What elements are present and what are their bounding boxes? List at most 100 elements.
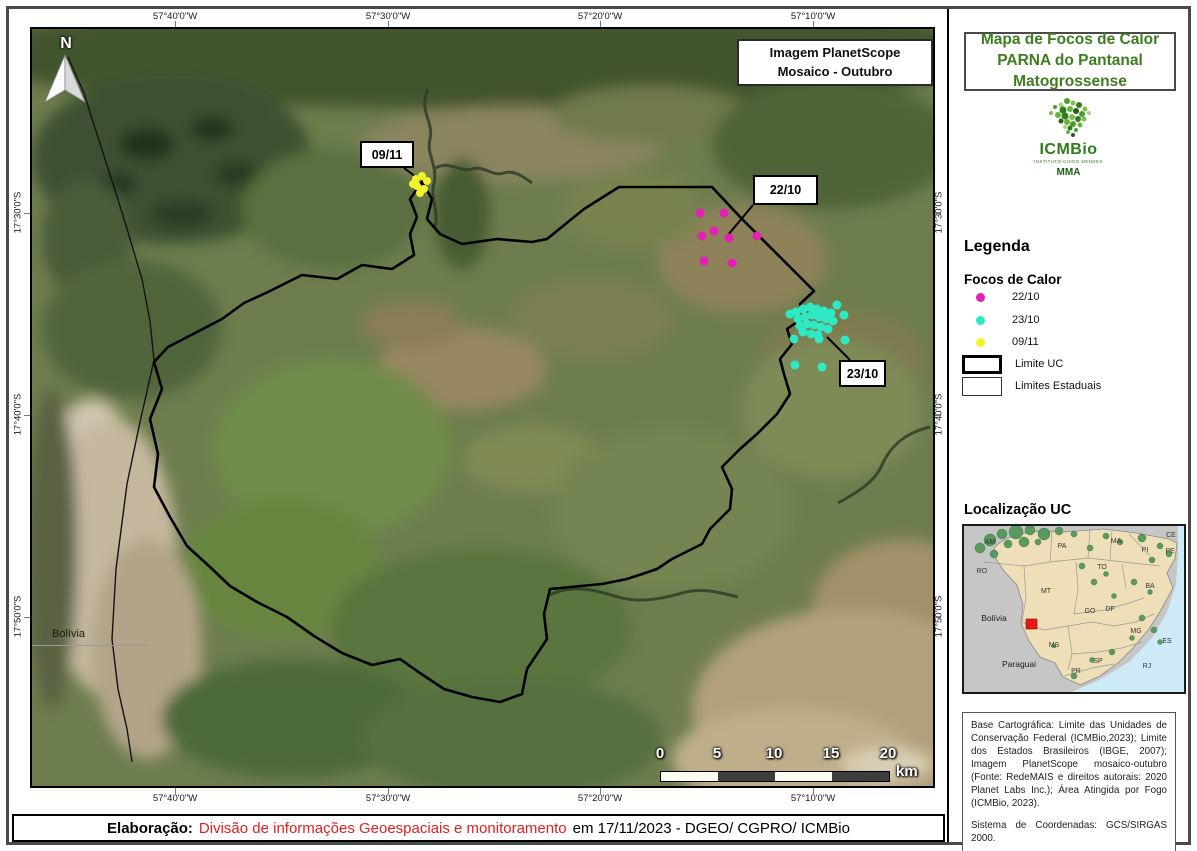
heat-spot-2210 — [725, 234, 734, 243]
legend-item-0911: 09/11 — [964, 335, 1039, 349]
heat-spot-2310 — [791, 361, 800, 370]
scale-number: 10 — [759, 745, 789, 762]
brazil-inset-map: AMPAMACEPIPEROTOBAMTGODFMGESMSSPRJPRBolí… — [964, 526, 1184, 692]
graticule-tick — [175, 788, 176, 794]
callout-2310-label: 23/10 — [847, 367, 878, 381]
inset-label: ES — [1162, 638, 1172, 645]
satellite-imagery — [32, 29, 933, 786]
inset-label: RO — [977, 568, 988, 575]
info-panel: Mapa de Focos de Calor PARNA do Pantanal… — [947, 9, 1188, 842]
graticule-tick — [813, 788, 814, 794]
north-arrow-icon — [40, 35, 92, 113]
country-label-bolivia: Bolívia — [52, 628, 85, 640]
inset-uc-location-marker — [1026, 619, 1037, 629]
elaboration-highlight: Divisão de informações Geoespaciais e mo… — [199, 820, 567, 837]
heat-spot-2310 — [786, 310, 795, 319]
callout-0911-label: 09/11 — [372, 148, 403, 162]
credits-crs-text: Sistema de Coordenadas: GCS/SIRGAS 2000. — [971, 820, 1167, 846]
legend-item-2310: 23/10 — [964, 313, 1040, 327]
heat-spot-2310 — [790, 335, 799, 344]
scale-segment — [775, 772, 832, 781]
map-title-line1: Mapa de Focos de Calor — [981, 30, 1159, 51]
legend-swatch-limite-uc — [962, 355, 1002, 374]
heat-spot-2210 — [753, 232, 762, 241]
scale-number: 0 — [645, 745, 675, 762]
legend-dot-magenta — [976, 293, 985, 302]
legend-swatch-label: Limite UC — [1015, 358, 1063, 370]
legend-group-title: Focos de Calor — [964, 272, 1062, 287]
icmbio-logo-subtitle: INSTITUTO CHICO MENDES — [949, 160, 1188, 165]
location-inset-map: AMPAMACEPIPEROTOBAMTGODFMGESMSSPRJPRBolí… — [962, 524, 1186, 694]
map-title-line3: Matogrossense — [1013, 72, 1127, 93]
scale-segment — [661, 772, 718, 781]
country-boundary-tick — [32, 645, 150, 646]
callout-2210-label: 22/10 — [770, 183, 801, 197]
icmbio-logo-name: ICMBio — [949, 142, 1188, 158]
legend-item-label: 22/10 — [1012, 291, 1040, 303]
heat-spot-2310 — [840, 311, 849, 320]
heat-spot-2310 — [841, 336, 850, 345]
scale-number: 5 — [702, 745, 732, 762]
map-document: 57°40'0"W 57°30'0"W 57°20'0"W 57°10'0"W … — [0, 0, 1197, 851]
inset-label: CE — [1166, 532, 1176, 539]
heat-spot-2310 — [799, 328, 808, 337]
scale-unit: km — [896, 763, 918, 780]
inset-label: MA — [1111, 538, 1122, 545]
inset-label: AM — [985, 539, 996, 546]
inset-label: RJ — [1143, 663, 1152, 670]
map-title-box: Mapa de Focos de Calor PARNA do Pantanal… — [964, 32, 1176, 91]
scale-bar: 0 5 10 15 20 km — [642, 745, 935, 787]
scale-segment — [832, 772, 889, 781]
imagery-caption-box: Imagem PlanetScope Mosaico - Outubro — [737, 39, 933, 86]
coord-label-bottom-2: 57°30'0"W — [353, 793, 423, 804]
heat-spot-2310 — [815, 335, 824, 344]
heat-spot-2210 — [700, 257, 709, 266]
inset-label: DF — [1105, 606, 1114, 613]
legend-swatch-limites-estaduais — [962, 377, 1002, 396]
imagery-caption-line1: Imagem PlanetScope — [770, 44, 901, 63]
legend-swatch-label: Limites Estaduais — [1015, 380, 1101, 392]
inset-label: GO — [1085, 608, 1096, 615]
legend-dot-yellow — [976, 338, 985, 347]
map-title-line2: PARNA do Pantanal — [997, 51, 1143, 72]
heat-spot-2210 — [710, 227, 719, 236]
inset-label: MT — [1041, 588, 1052, 595]
credits-base-text: Base Cartográfica: Limite das Unidades d… — [971, 720, 1167, 810]
callout-0911: 09/11 — [360, 141, 414, 168]
legend-title: Legenda — [964, 238, 1030, 256]
heat-spot-2210 — [728, 259, 737, 268]
imagery-caption-line2: Mosaico - Outubro — [778, 63, 893, 82]
legend-item-label: 23/10 — [1012, 314, 1040, 326]
inset-label: SP — [1093, 658, 1103, 665]
graticule-tick — [935, 617, 941, 618]
coord-label-bottom-4: 57°10'0"W — [778, 793, 848, 804]
elaboration-bar: Elaboração: Divisão de informações Geoes… — [12, 814, 945, 842]
scale-segment — [718, 772, 775, 781]
heat-spot-0911 — [416, 189, 424, 197]
callout-2310: 23/10 — [839, 360, 886, 387]
inset-label: BA — [1145, 583, 1155, 590]
heat-spot-2310 — [829, 317, 838, 326]
inset-label: PE — [1165, 548, 1175, 555]
heat-spot-2210 — [696, 209, 705, 218]
callout-2210: 22/10 — [753, 175, 818, 205]
inset-label: PI — [1142, 547, 1149, 554]
elaboration-label: Elaboração: — [107, 820, 193, 837]
heat-spot-2210 — [720, 209, 729, 218]
heat-spot-0911 — [409, 180, 417, 188]
elaboration-suffix: em 17/11/2023 - DGEO/ CGPRO/ ICMBio — [573, 820, 850, 837]
legend-item-2210: 22/10 — [964, 290, 1040, 304]
map-layout-page: 57°40'0"W 57°30'0"W 57°20'0"W 57°10'0"W … — [6, 6, 1191, 845]
graticule-tick — [935, 213, 941, 214]
icmbio-logo-icon — [1034, 97, 1104, 137]
heat-spot-0911 — [423, 177, 431, 185]
credits-box: Base Cartográfica: Limite das Unidades d… — [962, 712, 1176, 851]
heat-spot-2310 — [833, 301, 842, 310]
scale-bar-segments — [660, 771, 890, 782]
icmbio-logo-ministry: MMA — [949, 168, 1188, 178]
icmbio-logo: ICMBio INSTITUTO CHICO MENDES MMA — [949, 97, 1188, 178]
inset-label: PR — [1071, 668, 1081, 675]
inset-label: Bolívia — [981, 613, 1007, 623]
inset-label: TO — [1097, 564, 1107, 571]
heat-spot-2310 — [818, 363, 827, 372]
